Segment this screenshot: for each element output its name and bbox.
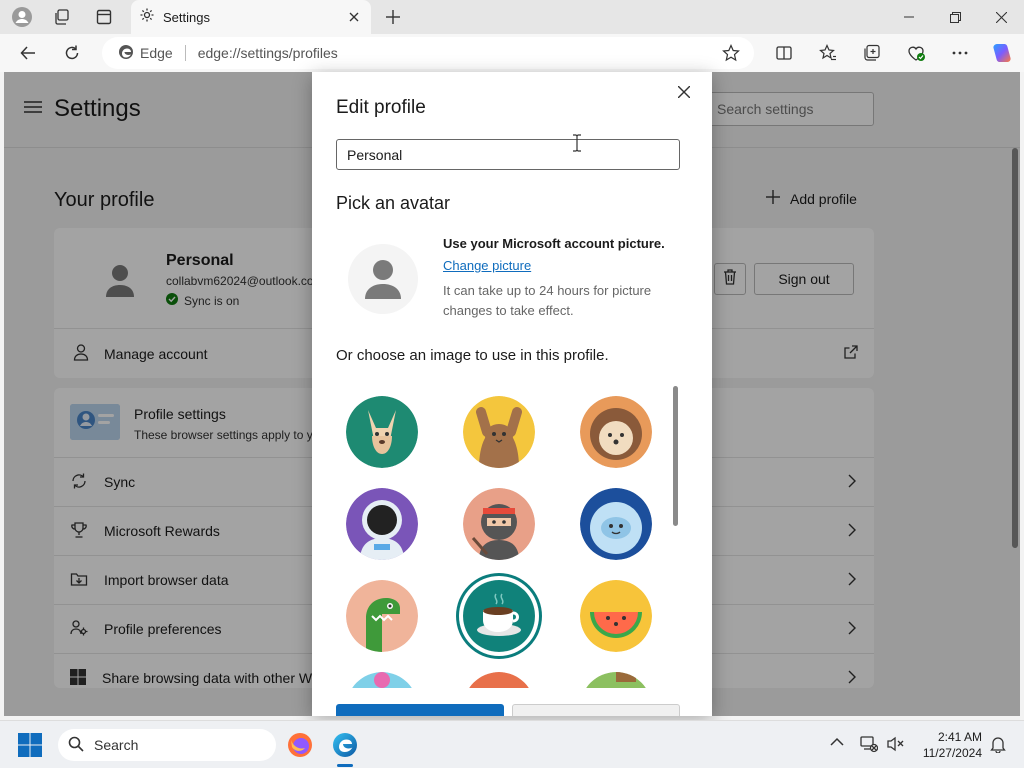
browser-toolbar: Edge edge://settings/profiles [0, 34, 1024, 72]
edge-taskbar-icon[interactable] [329, 729, 361, 761]
profile-icon[interactable] [8, 4, 36, 30]
pick-avatar-heading: Pick an avatar [336, 193, 451, 213]
notification-bell-icon[interactable] [990, 735, 1006, 758]
edge-logo-icon [118, 44, 134, 63]
clock-time: 2:41 AM [937, 730, 982, 744]
browser-essentials-icon[interactable] [902, 39, 930, 67]
choose-image-heading: Or choose an image to use in this profil… [336, 347, 609, 364]
minimize-button[interactable] [886, 0, 932, 34]
close-window-button[interactable] [978, 0, 1024, 34]
copilot-icon[interactable] [988, 39, 1016, 67]
firefox-icon[interactable] [284, 729, 316, 761]
taskbar: Search 2:41 AM 11/27/2024 [0, 720, 1024, 768]
avatar-option-yeti[interactable] [580, 488, 652, 560]
tab-actions-icon[interactable] [90, 4, 118, 30]
avatar-option-hedgehog[interactable] [580, 396, 652, 468]
close-icon[interactable] [674, 82, 694, 102]
favorites-icon[interactable] [814, 39, 842, 67]
avatar-option-dinosaur[interactable] [346, 580, 418, 652]
dialog-title: Edit profile [336, 97, 426, 118]
avatar-option-astronaut[interactable] [346, 488, 418, 560]
avatar-option-cat[interactable] [463, 396, 535, 468]
address-site-label: Edge [140, 45, 173, 61]
text-cursor-icon [572, 134, 582, 157]
account-picture-label: Use your Microsoft account picture. [443, 236, 665, 251]
cancel-button[interactable] [512, 704, 680, 716]
search-icon [68, 736, 84, 755]
account-picture-note: It can take up to 24 hours for picture c… [443, 283, 652, 318]
avatar-grid [336, 388, 676, 688]
windows-start-icon[interactable] [18, 733, 44, 759]
avatar-option-ninja[interactable] [463, 488, 535, 560]
address-bar[interactable]: Edge edge://settings/profiles [102, 37, 754, 69]
gear-icon [139, 7, 155, 28]
workspaces-icon[interactable] [48, 4, 76, 30]
back-button[interactable] [14, 39, 42, 67]
tab-title: Settings [163, 9, 210, 25]
avatar-option-row4-3[interactable] [580, 672, 652, 688]
taskbar-search[interactable]: Search [58, 729, 276, 761]
avatar-option-row4-1[interactable] [346, 672, 418, 688]
split-screen-icon[interactable] [770, 39, 798, 67]
update-button[interactable] [336, 704, 504, 716]
avatar-option-dog[interactable] [346, 396, 418, 468]
avatar-option-watermelon[interactable] [580, 580, 652, 652]
title-bar: Settings [0, 0, 1024, 34]
refresh-button[interactable] [58, 39, 86, 67]
avatar-option-coffee[interactable] [463, 580, 535, 652]
volume-muted-icon[interactable] [886, 735, 904, 758]
tab-close-icon[interactable] [345, 8, 363, 26]
more-options-icon[interactable] [946, 39, 974, 67]
active-app-indicator [337, 764, 353, 767]
avatar-option-row4-2[interactable] [463, 672, 535, 688]
change-picture-link[interactable]: Change picture [443, 258, 531, 273]
restore-button[interactable] [932, 0, 978, 34]
taskbar-search-label: Search [94, 737, 139, 753]
address-divider [184, 45, 186, 61]
profile-name-input[interactable] [336, 139, 680, 170]
address-url[interactable]: edge://settings/profiles [198, 45, 338, 61]
chevron-up-icon[interactable] [830, 735, 844, 754]
account-picture-option[interactable] [348, 244, 418, 314]
taskbar-clock[interactable]: 2:41 AM 11/27/2024 [912, 729, 982, 761]
new-tab-button[interactable] [380, 4, 406, 30]
avatar-list-scrollbar[interactable] [673, 386, 678, 526]
collections-icon[interactable] [858, 39, 886, 67]
edit-profile-dialog: Edit profile Pick an avatar Use your Mic… [312, 72, 712, 716]
favorite-star-icon[interactable] [722, 44, 740, 65]
clock-date: 11/27/2024 [922, 746, 982, 760]
tab-settings[interactable]: Settings [131, 0, 371, 34]
network-icon[interactable] [860, 735, 879, 758]
